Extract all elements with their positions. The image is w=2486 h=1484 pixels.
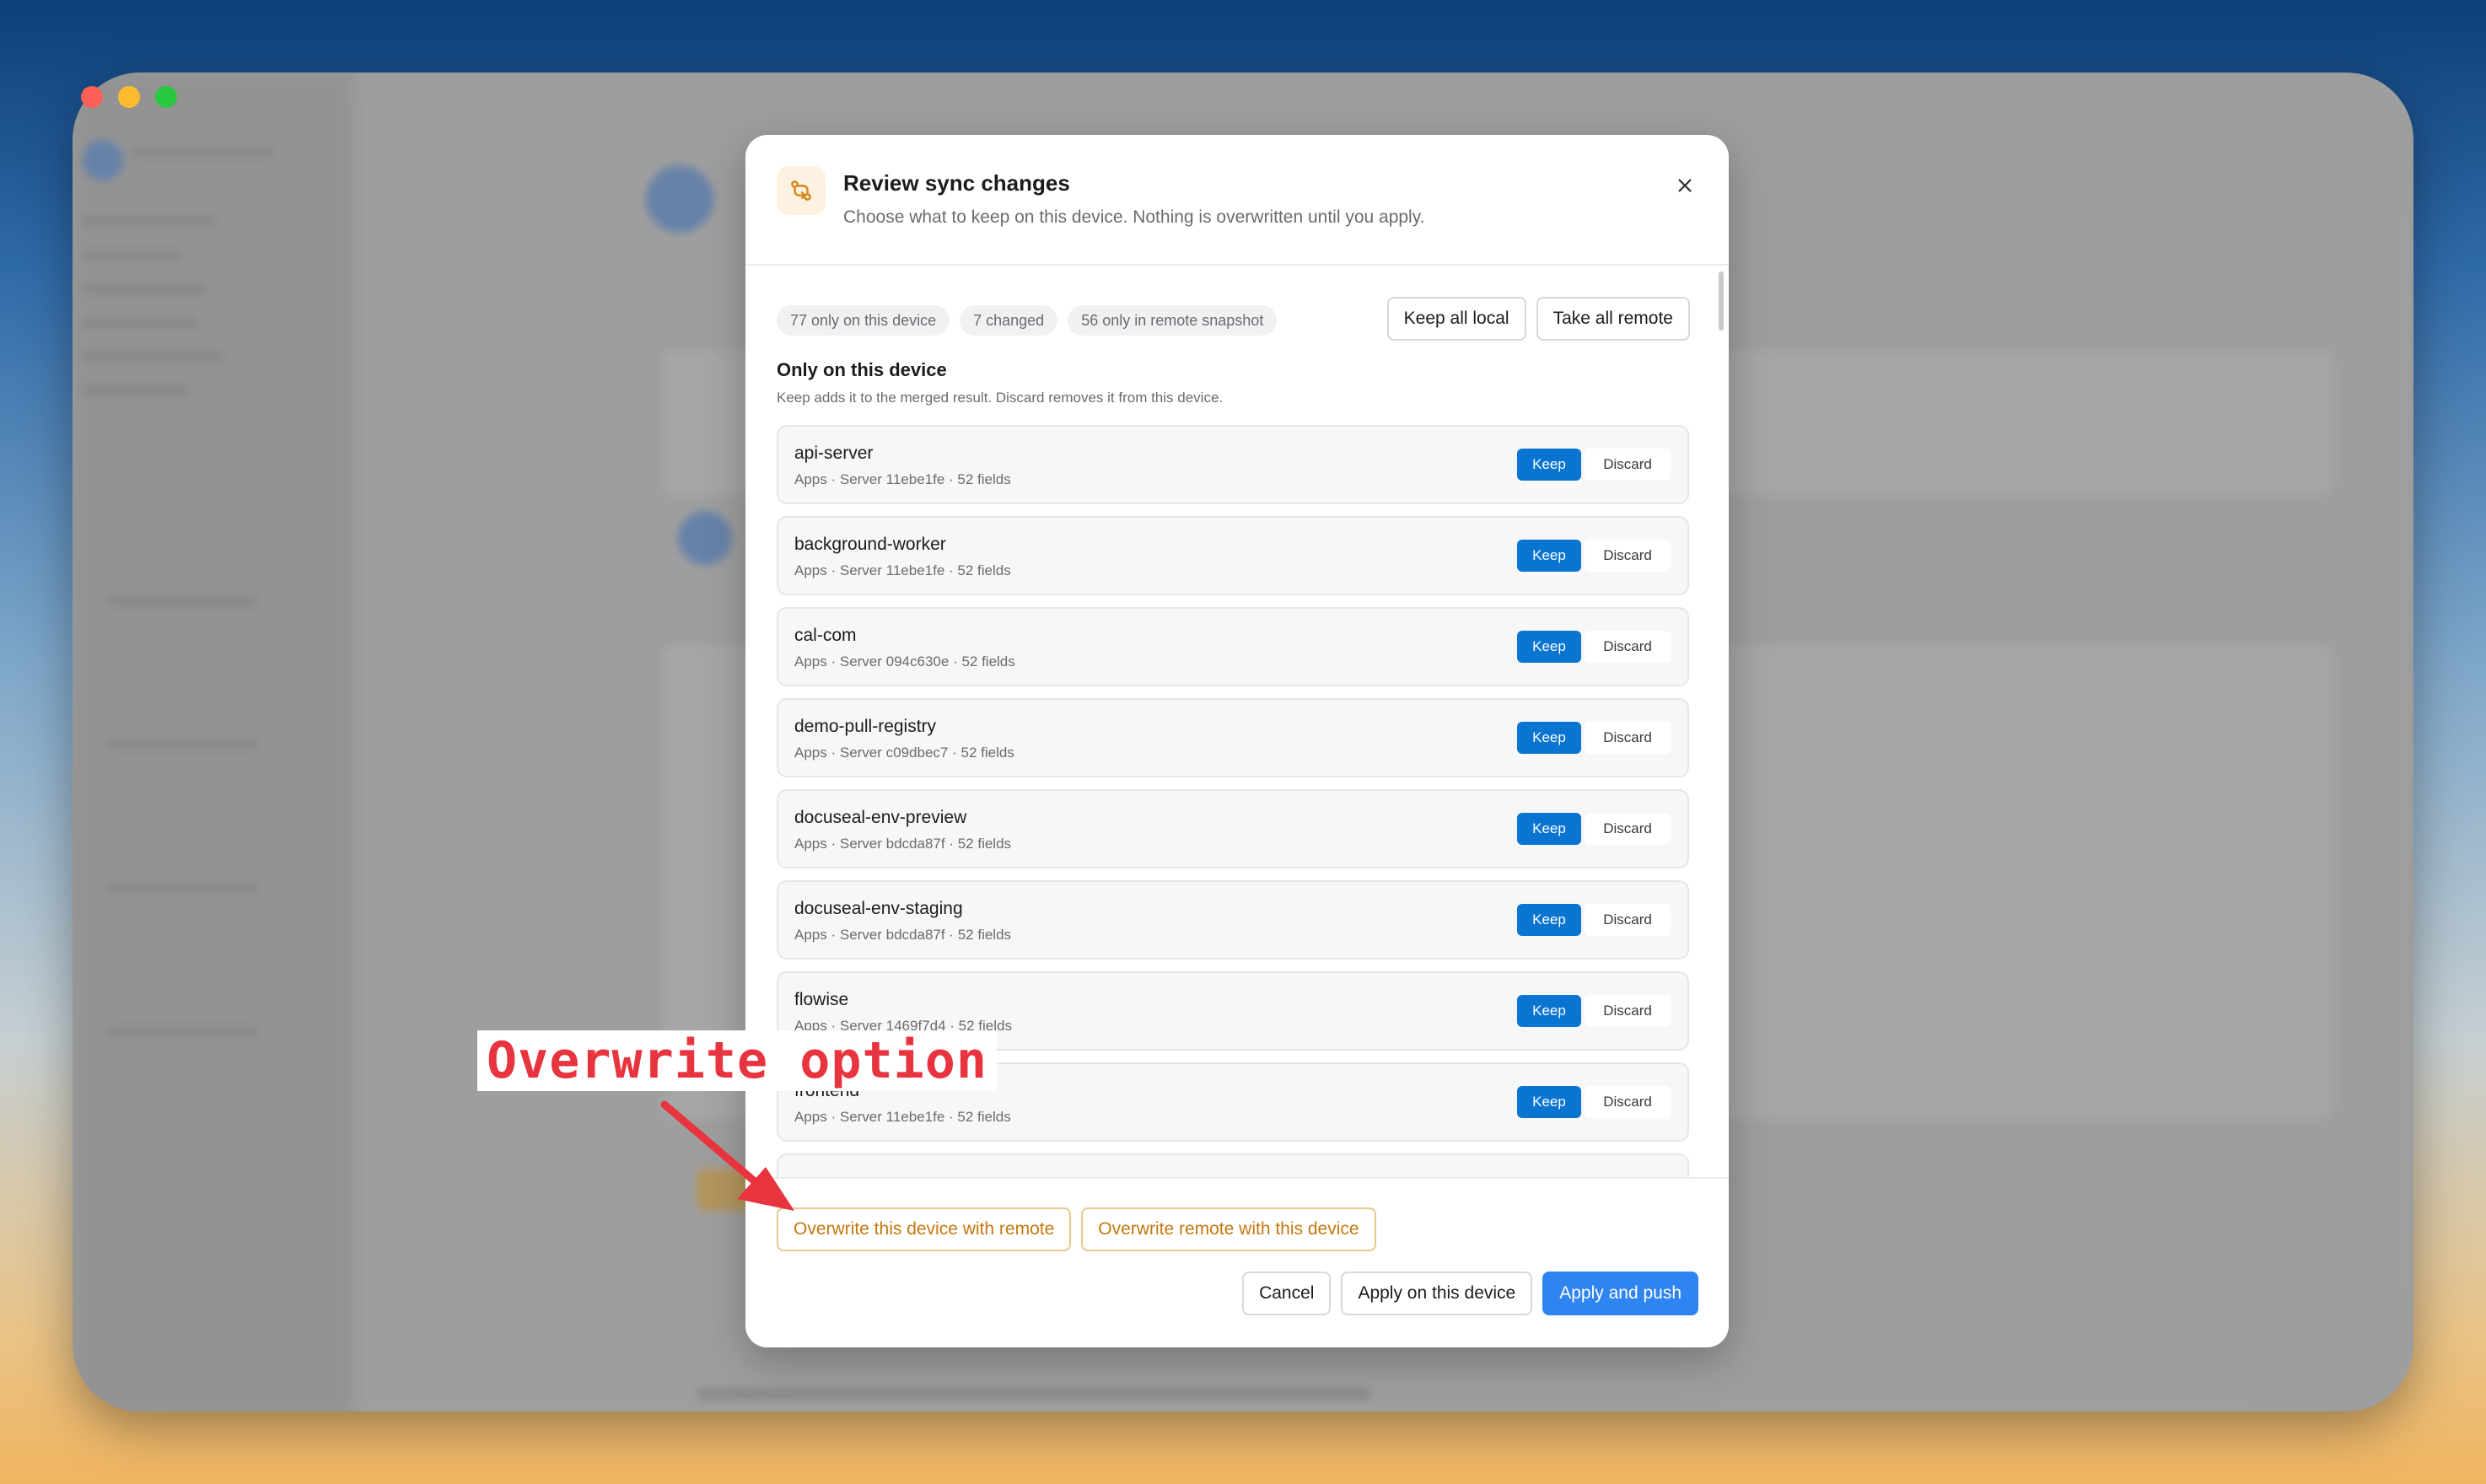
item-name: docuseal-env-staging — [794, 899, 963, 918]
apply-device-button[interactable]: Apply on this device — [1341, 1272, 1533, 1315]
item-actions: Keep Discard — [1517, 813, 1671, 845]
overwrite-actions: Overwrite this device with remote Overwr… — [777, 1207, 1376, 1251]
final-actions: Cancel Apply on this device Apply and pu… — [1242, 1272, 1698, 1315]
dialog-scrollbar[interactable] — [1719, 272, 1724, 331]
blurred-line — [81, 283, 207, 295]
keep-button[interactable]: Keep — [1517, 631, 1581, 663]
keep-button[interactable]: Keep — [1517, 540, 1581, 572]
list-item: cal-com Apps · Server 094c630e · 52 fiel… — [777, 607, 1689, 686]
blurred-line — [106, 1025, 258, 1037]
discard-button[interactable]: Discard — [1585, 631, 1671, 663]
keep-all-local-button[interactable]: Keep all local — [1386, 297, 1526, 341]
list-item: background-worker Apps · Server 11ebe1fe… — [777, 516, 1689, 595]
chip-local-only: 77 only on this device — [777, 305, 950, 336]
item-actions: Keep Discard — [1517, 995, 1671, 1027]
git-compare-icon — [777, 166, 826, 215]
bulk-actions: Keep all local Take all remote — [1386, 297, 1690, 341]
item-actions: Keep Discard — [1517, 1086, 1671, 1118]
summary-chips: 77 only on this device 7 changed 56 only… — [777, 305, 1278, 336]
discard-button[interactable]: Discard — [1585, 904, 1671, 936]
discard-button[interactable]: Discard — [1585, 813, 1671, 845]
item-actions: Keep Discard — [1517, 631, 1671, 663]
overwrite-device-button[interactable]: Overwrite this device with remote — [777, 1207, 1072, 1251]
close-icon[interactable] — [1668, 169, 1702, 202]
blurred-line — [697, 1388, 1371, 1400]
blurred-line — [106, 882, 258, 894]
item-meta: Apps · Server 094c630e · 52 fields — [794, 653, 1015, 669]
discard-button[interactable]: Discard — [1585, 722, 1671, 754]
chip-changed: 7 changed — [960, 305, 1058, 336]
blurred-line — [81, 250, 182, 261]
annotation-label: Overwrite option — [477, 1030, 997, 1091]
item-name: background-worker — [794, 535, 946, 554]
discard-button[interactable]: Discard — [1585, 540, 1671, 572]
dialog-title: Review sync changes — [843, 170, 1070, 196]
blurred-app-icon — [646, 165, 713, 233]
item-meta: Apps · Server c09dbec7 · 52 fields — [794, 745, 1014, 761]
keep-button[interactable]: Keep — [1517, 904, 1581, 936]
window-minimize-dot[interactable] — [118, 86, 140, 108]
blurred-line — [81, 384, 191, 396]
annotation-arrow-icon — [660, 1100, 794, 1211]
list-item: api-server Apps · Server 11ebe1fe · 52 f… — [777, 425, 1689, 504]
dialog-subtitle: Choose what to keep on this device. Noth… — [843, 207, 1425, 227]
review-sync-dialog: Review sync changes Choose what to keep … — [745, 135, 1729, 1347]
list-item: demo-pull-registry Apps · Server c09dbec… — [777, 698, 1689, 777]
blurred-avatar — [83, 140, 123, 180]
window-zoom-dot[interactable] — [155, 86, 177, 108]
cancel-button[interactable]: Cancel — [1242, 1272, 1332, 1315]
item-name: api-server — [794, 444, 874, 463]
section-title: Only on this device — [777, 359, 947, 380]
overwrite-remote-button[interactable]: Overwrite remote with this device — [1081, 1207, 1376, 1251]
item-meta: Apps · Server 11ebe1fe · 52 fields — [794, 471, 1011, 487]
keep-button[interactable]: Keep — [1517, 813, 1581, 845]
apply-push-button[interactable]: Apply and push — [1542, 1272, 1698, 1315]
item-name: cal-com — [794, 626, 857, 645]
discard-button[interactable]: Discard — [1585, 449, 1671, 481]
blurred-line — [81, 351, 224, 363]
take-all-remote-button[interactable]: Take all remote — [1536, 297, 1690, 341]
item-actions: Keep Discard — [1517, 449, 1671, 481]
keep-button[interactable]: Keep — [1517, 995, 1581, 1027]
item-name: demo-pull-registry — [794, 717, 937, 736]
annotation-text: Overwrite option — [487, 1031, 987, 1090]
window-close-dot[interactable] — [81, 86, 103, 108]
discard-button[interactable]: Discard — [1585, 995, 1671, 1027]
item-meta: Apps · Server 11ebe1fe · 52 fields — [794, 562, 1011, 578]
list-item: docuseal-env-staging Apps · Server bdcda… — [777, 880, 1689, 960]
blurred-line — [106, 739, 258, 750]
chip-remote-only: 56 only in remote snapshot — [1068, 305, 1278, 336]
discard-button[interactable]: Discard — [1585, 1086, 1671, 1118]
item-meta: Apps · Server 11ebe1fe · 52 fields — [794, 1109, 1011, 1125]
item-name: flowise — [794, 990, 849, 1009]
item-actions: Keep Discard — [1517, 722, 1671, 754]
keep-button[interactable]: Keep — [1517, 449, 1581, 481]
section-description: Keep adds it to the merged result. Disca… — [777, 390, 1224, 406]
keep-button[interactable]: Keep — [1517, 722, 1581, 754]
dialog-header: Review sync changes Choose what to keep … — [745, 135, 1729, 266]
list-item: docuseal-env-preview Apps · Server bdcda… — [777, 789, 1689, 868]
blurred-line — [81, 317, 199, 329]
blurred-line — [81, 216, 216, 228]
item-actions: Keep Discard — [1517, 904, 1671, 936]
item-meta: Apps · Server bdcda87f · 52 fields — [794, 836, 1012, 852]
blurred-line — [106, 595, 258, 607]
dialog-footer: Overwrite this device with remote Overwr… — [745, 1177, 1729, 1347]
keep-button[interactable]: Keep — [1517, 1086, 1581, 1118]
item-name: docuseal-env-preview — [794, 808, 967, 827]
item-meta: Apps · Server bdcda87f · 52 fields — [794, 927, 1012, 943]
blurred-app-icon — [678, 511, 732, 565]
item-actions: Keep Discard — [1517, 540, 1671, 572]
blurred-line — [132, 147, 275, 159]
